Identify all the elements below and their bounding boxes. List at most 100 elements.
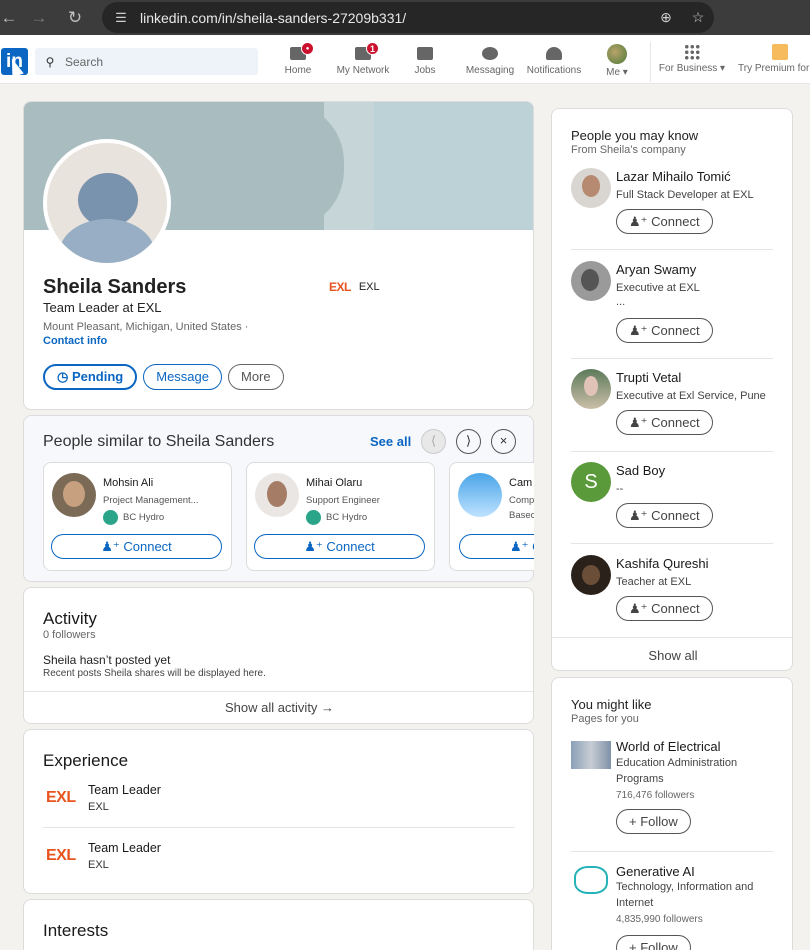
url-text[interactable]: linkedin.com/in/sheila-sanders-27209b331… [140,10,650,26]
empty-activity-title: Sheila hasn’t posted yet [43,653,171,667]
connect-button[interactable]: ♟⁺ Connect [616,209,713,234]
similar-person-card[interactable]: Mohsin Ali Project Management... BC Hydr… [43,462,232,571]
person-headline: Support Engineer [306,495,380,506]
similar-person-card[interactable]: Cam Comp Basec ♟⁺ C [449,462,534,571]
person-name[interactable]: Mihai Olaru [306,477,362,489]
add-person-icon: ♟⁺ [629,508,652,523]
message-button[interactable]: Message [143,364,222,390]
search-input[interactable]: ⚲ Search [35,48,258,75]
interests-card: Interests [23,899,534,950]
search-icon: ⚲ [45,54,55,69]
apps-grid-icon [684,44,700,60]
person-photo[interactable] [571,261,611,301]
profile-avatar[interactable] [43,139,171,267]
see-all-link[interactable]: See all [370,434,411,449]
connect-button[interactable]: ♟⁺ Connect [254,534,425,559]
page-logo[interactable] [571,741,611,769]
pymk-card: People you may know From Sheila’s compan… [551,108,793,671]
nav-for-business[interactable]: For Business ▾ [658,44,726,74]
company-name: BC Hydro [326,512,368,523]
forward-icon[interactable]: → [18,8,60,28]
zoom-icon[interactable]: ⊕ [650,9,682,26]
nav-home[interactable]: ● Home [282,42,314,76]
follow-label: Follow [640,940,678,950]
contact-info-link[interactable]: Contact info [43,335,107,347]
person-photo[interactable] [571,168,611,208]
person-initial-avatar[interactable]: S [571,462,611,502]
similar-person-card[interactable]: Mihai Olaru Support Engineer BC Hydro ♟⁺… [246,462,435,571]
connect-label: Connect [651,214,700,229]
connect-button[interactable]: ♟⁺ Connect [51,534,222,559]
back-icon[interactable]: ← [0,8,18,28]
person-name[interactable]: Kashifa Qureshi [616,556,709,571]
reload-icon[interactable]: ↻ [60,8,90,28]
divider [571,249,773,250]
dismiss-icon[interactable]: × [491,429,516,454]
more-button[interactable]: More [228,364,284,390]
divider [571,451,773,452]
pages-card: You might like Pages for you World of El… [551,677,793,950]
message-icon [480,44,500,62]
connect-button[interactable]: ♟⁺ Connect [616,503,713,528]
pymk-show-all-link[interactable]: Show all [552,648,792,663]
person-headline: Executive at Exl Service, Pune [616,390,766,402]
person-name[interactable]: Sad Boy [616,463,665,478]
person-headline: Teacher at EXL [616,576,692,588]
nav-label: My Network [336,65,390,76]
nav-my-network[interactable]: 1 My Network [334,42,392,76]
person-name[interactable]: Lazar Mihailo Tomić [616,169,731,184]
exl-logo[interactable]: EXL [46,847,76,865]
address-bar[interactable]: ☰ linkedin.com/in/sheila-sanders-27209b3… [102,2,714,33]
page-name[interactable]: Generative AI [616,864,695,879]
nav-jobs[interactable]: Jobs [409,44,441,76]
nav-try-premium[interactable]: Try Premium for [738,44,810,74]
divider [552,637,792,638]
company-name: EXL [358,281,380,293]
activity-card: Activity 0 followers Sheila hasn’t poste… [23,587,534,724]
connect-button[interactable]: ♟⁺ C [459,534,534,559]
nav-label: Jobs [414,65,436,76]
next-icon[interactable]: ⟩ [456,429,481,454]
person-headline: -- [616,483,624,495]
person-name[interactable]: Cam [509,477,532,489]
page-followers: 4,835,990 followers [616,914,703,925]
add-person-icon: ♟⁺ [510,539,533,554]
nav-label: Notifications [526,65,582,76]
person-name[interactable]: Aryan Swamy [616,262,696,277]
plus-icon: + [629,940,641,950]
pending-button[interactable]: ◷ Pending [43,364,138,390]
current-company[interactable]: EXL EXL [329,280,380,294]
network-badge: 1 [366,42,379,55]
add-person-icon: ♟⁺ [629,214,652,229]
nav-label: Home [284,65,312,76]
bc-hydro-logo [103,510,118,525]
follow-button[interactable]: + Follow [616,935,691,950]
page-name[interactable]: World of Electrical [616,739,721,754]
person-headline-more: ... [616,296,626,308]
profile-name: Sheila Sanders [43,276,187,298]
follow-button[interactable]: + Follow [616,809,691,834]
brain-logo-icon[interactable] [574,866,608,894]
connect-button[interactable]: ♟⁺ Connect [616,410,713,435]
person-photo[interactable] [571,555,611,595]
connect-button[interactable]: ♟⁺ Connect [616,596,713,621]
connect-button[interactable]: ♟⁺ Connect [616,318,713,343]
bookmark-star-icon[interactable]: ☆ [682,9,714,26]
person-photo[interactable] [571,369,611,409]
person-name[interactable]: Mohsin Ali [103,477,153,489]
plus-icon: + [629,814,641,829]
show-all-activity-link[interactable]: Show all activity → [24,700,533,715]
pending-label: Pending [71,369,124,384]
person-name[interactable]: Trupti Vetal [616,370,681,385]
nav-notifications[interactable]: Notifications [525,44,583,76]
nav-me[interactable]: Me ▾ [600,44,634,78]
site-settings-icon[interactable]: ☰ [102,10,140,26]
exl-logo[interactable]: EXL [46,789,76,807]
person-company: BC Hydro [306,510,367,525]
divider [571,851,773,852]
page-followers: 716,476 followers [616,790,695,801]
interests-title: Interests [43,921,109,940]
nav-messaging[interactable]: Messaging [463,44,517,76]
prev-icon[interactable]: ⟨ [421,429,446,454]
connect-label: Connect [651,415,700,430]
